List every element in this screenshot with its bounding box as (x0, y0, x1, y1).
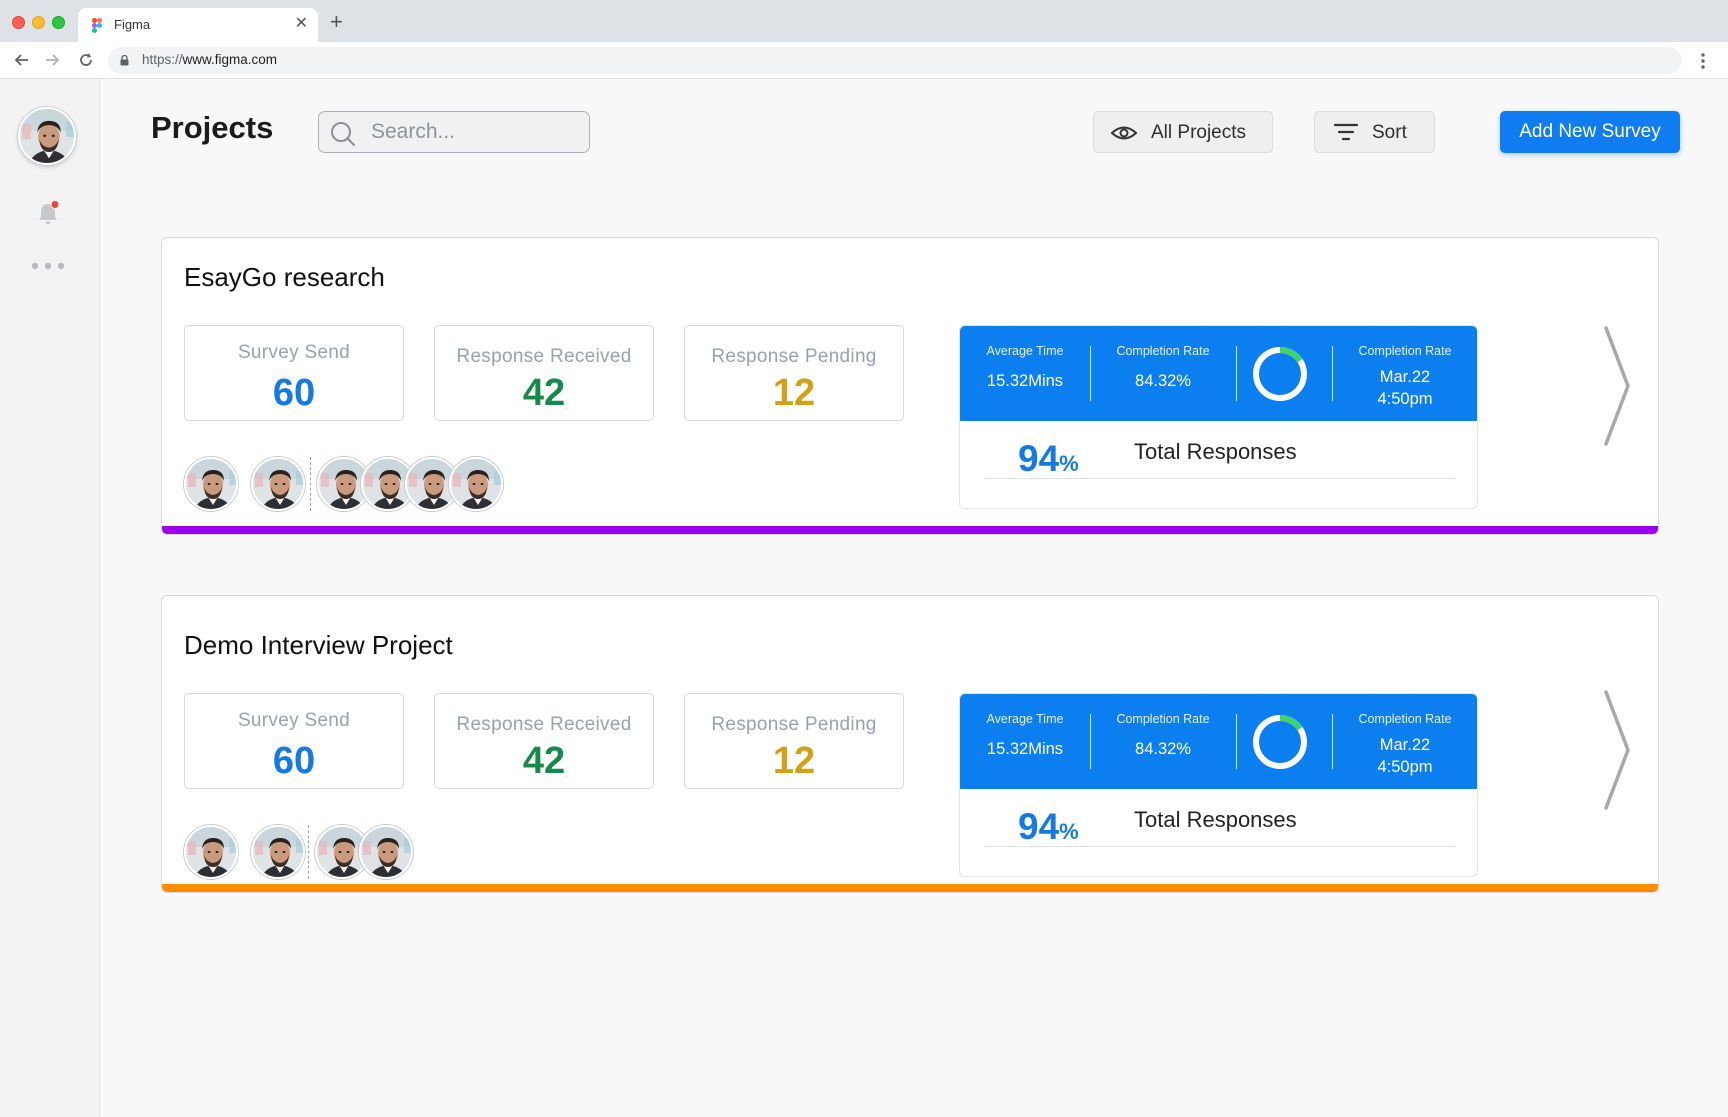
user-avatar[interactable] (18, 107, 76, 165)
search-icon (331, 122, 356, 147)
browser-tab[interactable]: Figma ✕ (78, 8, 318, 42)
metrics-panel: Average Time 15.32Mins Completion Rate 8… (959, 693, 1478, 877)
browser-tab-bar: Figma ✕ + (0, 0, 1728, 42)
participant-avatar[interactable] (251, 457, 305, 511)
all-projects-label: All Projects (1151, 122, 1247, 143)
stat-label: Survey Send (237, 710, 351, 731)
participant-avatar[interactable] (359, 825, 413, 879)
stat-response-received: Response Received 42 (434, 693, 654, 789)
project-card[interactable]: Demo Interview Project Survey Send 60 Re… (161, 595, 1659, 893)
completion-rate: Completion Rate 84.32% (1116, 712, 1210, 758)
new-tab-icon[interactable]: + (330, 11, 343, 33)
stat-value: 42 (522, 740, 566, 782)
stat-survey-send: Survey Send 60 (184, 325, 404, 421)
search-input[interactable] (369, 119, 569, 145)
chevron-right-icon[interactable] (1602, 324, 1632, 448)
chevron-right-icon[interactable] (1602, 688, 1632, 812)
address-bar: https://www.figma.com (0, 42, 1728, 79)
total-responses-label: Total Responses (1134, 807, 1297, 832)
metrics-divider (1236, 346, 1237, 401)
stat-label: Survey Send (237, 342, 351, 363)
metrics-divider (1090, 346, 1091, 401)
completion-rate: Completion Rate 84.32% (1116, 344, 1210, 390)
reload-icon[interactable] (76, 50, 96, 70)
participant-avatar[interactable] (449, 457, 503, 511)
tab-title: Figma (114, 17, 151, 32)
completion-donut-chart (1253, 347, 1307, 401)
minimize-window-button[interactable] (32, 16, 45, 29)
browser-menu-icon[interactable] (1700, 52, 1706, 70)
url-text: https://www.figma.com (142, 52, 278, 67)
stat-survey-send: Survey Send 60 (184, 693, 404, 789)
metrics-divider (1332, 714, 1333, 769)
metrics-header: Average Time 15.32Mins Completion Rate 8… (960, 694, 1477, 789)
close-tab-icon[interactable]: ✕ (295, 15, 308, 33)
all-projects-button[interactable]: All Projects (1093, 111, 1273, 153)
stat-value: 60 (272, 372, 316, 414)
sort-icon (1334, 123, 1358, 141)
stat-response-pending: Response Pending 12 (684, 693, 904, 789)
maximize-window-button[interactable] (52, 16, 65, 29)
avatar-divider (308, 825, 309, 879)
response-percentage: 94% (1018, 438, 1079, 479)
completion-date: Completion Rate Mar.22 4:50pm (1358, 344, 1452, 408)
sort-button[interactable]: Sort (1314, 111, 1435, 153)
metrics-header: Average Time 15.32Mins Completion Rate 8… (960, 326, 1477, 421)
eye-icon (1110, 126, 1138, 140)
participant-avatar[interactable] (251, 825, 305, 879)
metrics-divider (1332, 346, 1333, 401)
completion-donut-chart (1253, 715, 1307, 769)
back-arrow-icon[interactable] (12, 50, 32, 70)
page-title: Projects (151, 110, 274, 145)
metrics-divider (1236, 714, 1237, 769)
participant-avatar[interactable] (184, 457, 238, 511)
search-box[interactable] (318, 111, 590, 153)
project-card[interactable]: EsayGo research Survey Send 60 Response … (161, 237, 1659, 535)
avatar-divider (310, 457, 311, 511)
stat-response-pending: Response Pending 12 (684, 325, 904, 421)
participant-avatar[interactable] (184, 825, 238, 879)
stat-response-received: Response Received 42 (434, 325, 654, 421)
close-window-button[interactable] (12, 16, 25, 29)
divider (985, 478, 1455, 479)
project-title: Demo Interview Project (184, 630, 453, 660)
stat-value: 12 (772, 740, 816, 782)
stat-label: Response Pending (711, 714, 877, 735)
more-options-icon[interactable] (30, 262, 66, 270)
stat-value: 42 (522, 372, 566, 414)
stat-value: 12 (772, 372, 816, 414)
divider (985, 846, 1455, 847)
stat-label: Response Pending (711, 346, 877, 367)
sort-label: Sort (1372, 122, 1407, 143)
metrics-panel: Average Time 15.32Mins Completion Rate 8… (959, 325, 1478, 509)
lock-icon (120, 55, 129, 66)
project-color-bar (162, 526, 1658, 534)
stat-label: Response Received (456, 714, 632, 735)
project-title: EsayGo research (184, 262, 385, 292)
metrics-divider (1090, 714, 1091, 769)
notification-bell-icon[interactable] (36, 200, 60, 226)
url-field[interactable]: https://www.figma.com (108, 47, 1682, 74)
figma-icon (92, 18, 102, 33)
project-color-bar (162, 884, 1658, 892)
add-new-survey-button[interactable]: Add New Survey (1500, 111, 1680, 153)
average-time: Average Time 15.32Mins (986, 344, 1064, 390)
stat-label: Response Received (456, 346, 632, 367)
average-time: Average Time 15.32Mins (986, 712, 1064, 758)
stat-value: 60 (272, 740, 316, 782)
completion-date: Completion Rate Mar.22 4:50pm (1358, 712, 1452, 776)
forward-arrow-icon[interactable] (42, 50, 62, 70)
response-percentage: 94% (1018, 806, 1079, 847)
sidebar (0, 79, 100, 1117)
total-responses-label: Total Responses (1134, 439, 1297, 464)
